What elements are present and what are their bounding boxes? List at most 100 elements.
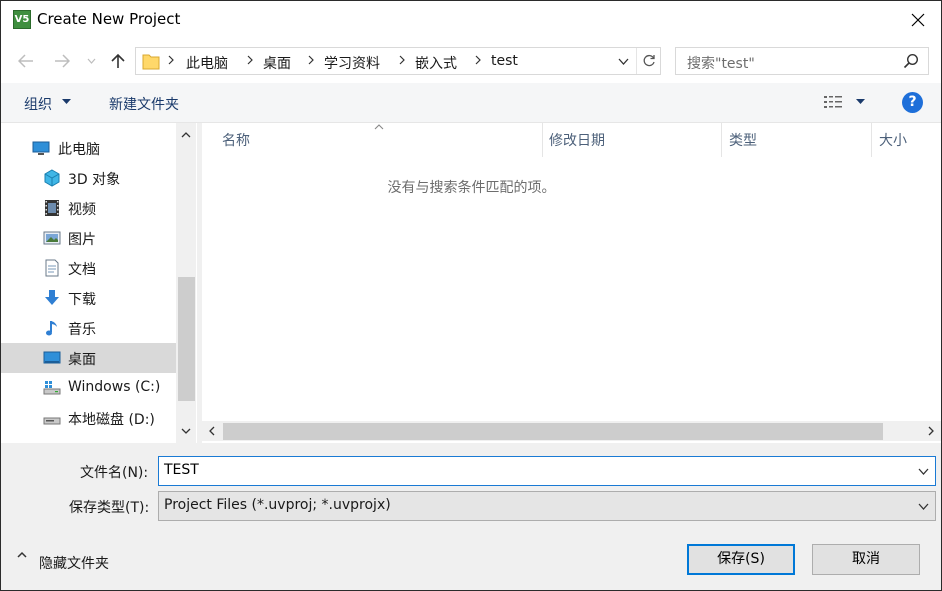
hide-folders-label: 隐藏文件夹 xyxy=(39,556,109,572)
arrow-up-icon xyxy=(111,53,125,68)
chevron-right-icon xyxy=(308,55,314,65)
filetype-label: 保存类型(T): xyxy=(69,500,150,516)
nav-item-this-pc[interactable]: 此电脑 xyxy=(1,133,176,163)
documents-icon xyxy=(45,259,59,277)
nav-item-music[interactable]: 音乐 xyxy=(1,313,176,343)
help-button[interactable]: ? xyxy=(902,92,923,113)
close-button[interactable] xyxy=(895,1,941,39)
breadcrumb-this-pc[interactable]: 此电脑 xyxy=(186,53,228,73)
filetype-value: Project Files (*.uvproj; *.uvprojx) xyxy=(164,497,391,513)
back-button[interactable] xyxy=(15,50,37,72)
filename-field[interactable]: TEST xyxy=(158,456,936,486)
chevron-left-icon xyxy=(209,426,215,436)
empty-result-message: 没有与搜索条件匹配的项。 xyxy=(387,180,556,196)
chevron-up-icon xyxy=(17,551,27,558)
nav-item-desktop[interactable]: 桌面 xyxy=(1,343,176,373)
address-dropdown-button[interactable] xyxy=(610,48,636,74)
chevron-down-icon xyxy=(918,468,928,475)
scroll-thumb[interactable] xyxy=(223,423,883,440)
save-button[interactable]: 保存(S) xyxy=(687,544,795,575)
filetype-dropdown-button[interactable] xyxy=(911,492,935,520)
chevron-right-icon xyxy=(247,55,253,65)
nav-label: 文档 xyxy=(68,262,96,278)
download-icon xyxy=(45,290,59,305)
window-title: Create New Project xyxy=(37,10,181,28)
local-disk-icon xyxy=(43,417,61,425)
nav-label: 桌面 xyxy=(68,352,96,368)
arrow-right-icon xyxy=(55,54,70,68)
chevron-right-icon xyxy=(168,55,174,65)
view-options-icon[interactable] xyxy=(823,94,843,110)
scroll-thumb[interactable] xyxy=(178,277,195,401)
filetype-select[interactable]: Project Files (*.uvproj; *.uvprojx) xyxy=(158,491,936,521)
search-input[interactable]: 搜索"test" xyxy=(675,47,929,75)
nav-item-windows-drive[interactable]: Windows (C:) xyxy=(1,373,176,403)
column-label: 修改日期 xyxy=(549,133,605,149)
up-button[interactable] xyxy=(107,50,129,72)
chevron-down-icon xyxy=(618,58,628,65)
computer-icon xyxy=(32,141,50,155)
scroll-down-button[interactable] xyxy=(176,421,196,441)
refresh-button[interactable] xyxy=(636,48,660,74)
scroll-right-button[interactable] xyxy=(921,421,941,441)
forward-button[interactable] xyxy=(51,50,73,72)
pictures-icon xyxy=(43,231,61,245)
column-header-type[interactable]: 类型 xyxy=(709,123,859,157)
chevron-down-icon xyxy=(918,503,928,510)
caret-down-icon[interactable] xyxy=(856,99,865,104)
organize-button[interactable]: 组织 xyxy=(24,94,52,114)
chevron-down-icon xyxy=(181,428,191,434)
address-bar[interactable]: 此电脑 桌面 学习资料 嵌入式 test xyxy=(135,47,661,75)
nav-label: 图片 xyxy=(68,232,96,248)
breadcrumb-test[interactable]: test xyxy=(491,53,518,69)
nav-label: 本地磁盘 (D:) xyxy=(68,412,155,428)
music-icon xyxy=(46,321,57,336)
nav-label: 此电脑 xyxy=(58,142,100,158)
column-header-date[interactable]: 修改日期 xyxy=(529,123,709,157)
breadcrumb-study-materials[interactable]: 学习资料 xyxy=(324,53,380,73)
breadcrumb-desktop[interactable]: 桌面 xyxy=(263,53,291,73)
keil-app-icon: V5 xyxy=(13,10,31,29)
windows-drive-icon xyxy=(43,381,61,395)
chevron-down-icon xyxy=(87,58,95,64)
sort-ascending-icon xyxy=(374,124,384,130)
column-header-name[interactable]: 名称 xyxy=(202,123,542,157)
breadcrumb-embedded[interactable]: 嵌入式 xyxy=(415,53,457,73)
navigation-pane: 此电脑 3D 对象 视频 图片 文档 下载 音乐 桌面 Windows (C:)… xyxy=(1,123,197,443)
nav-item-videos[interactable]: 视频 xyxy=(1,193,176,223)
scroll-left-button[interactable] xyxy=(202,421,222,441)
column-header-size[interactable]: 大小 xyxy=(859,123,941,157)
scroll-up-button[interactable] xyxy=(176,125,196,145)
address-row: 此电脑 桌面 学习资料 嵌入式 test 搜索"test" xyxy=(1,39,941,83)
video-icon xyxy=(45,200,59,216)
column-label: 类型 xyxy=(729,133,757,149)
caret-down-icon xyxy=(62,99,71,104)
nav-item-documents[interactable]: 文档 xyxy=(1,253,176,283)
nav-scrollbar[interactable] xyxy=(176,123,196,443)
search-placeholder: 搜索"test" xyxy=(687,56,755,72)
3d-objects-icon xyxy=(44,169,60,187)
column-label: 大小 xyxy=(879,133,907,149)
hide-folders-toggle[interactable]: 隐藏文件夹 xyxy=(17,551,109,572)
filename-dropdown-button[interactable] xyxy=(911,457,935,485)
nav-item-3d-objects[interactable]: 3D 对象 xyxy=(1,163,176,193)
create-project-dialog: V5 Create New Project 此电脑 桌面 学习资料 嵌入式 te… xyxy=(0,0,942,591)
file-list-pane: 名称 修改日期 类型 大小 没有与搜索条件匹配的项。 xyxy=(202,123,941,443)
arrow-left-icon xyxy=(18,54,33,68)
nav-item-pictures[interactable]: 图片 xyxy=(1,223,176,253)
folder-icon xyxy=(142,54,160,70)
cancel-button[interactable]: 取消 xyxy=(812,544,920,575)
filename-label: 文件名(N): xyxy=(80,465,149,481)
horizontal-scrollbar[interactable] xyxy=(202,421,941,441)
new-folder-button[interactable]: 新建文件夹 xyxy=(109,94,179,114)
title-bar: V5 Create New Project xyxy=(1,1,941,39)
nav-label: 音乐 xyxy=(68,322,96,338)
nav-label: 下载 xyxy=(68,292,96,308)
recent-locations-button[interactable] xyxy=(83,50,99,72)
chevron-right-icon xyxy=(928,426,934,436)
chevron-up-icon xyxy=(181,132,191,138)
nav-item-local-disk-d[interactable]: 本地磁盘 (D:) xyxy=(1,403,176,433)
column-label: 名称 xyxy=(222,133,250,149)
nav-item-downloads[interactable]: 下载 xyxy=(1,283,176,313)
refresh-icon xyxy=(643,54,655,67)
